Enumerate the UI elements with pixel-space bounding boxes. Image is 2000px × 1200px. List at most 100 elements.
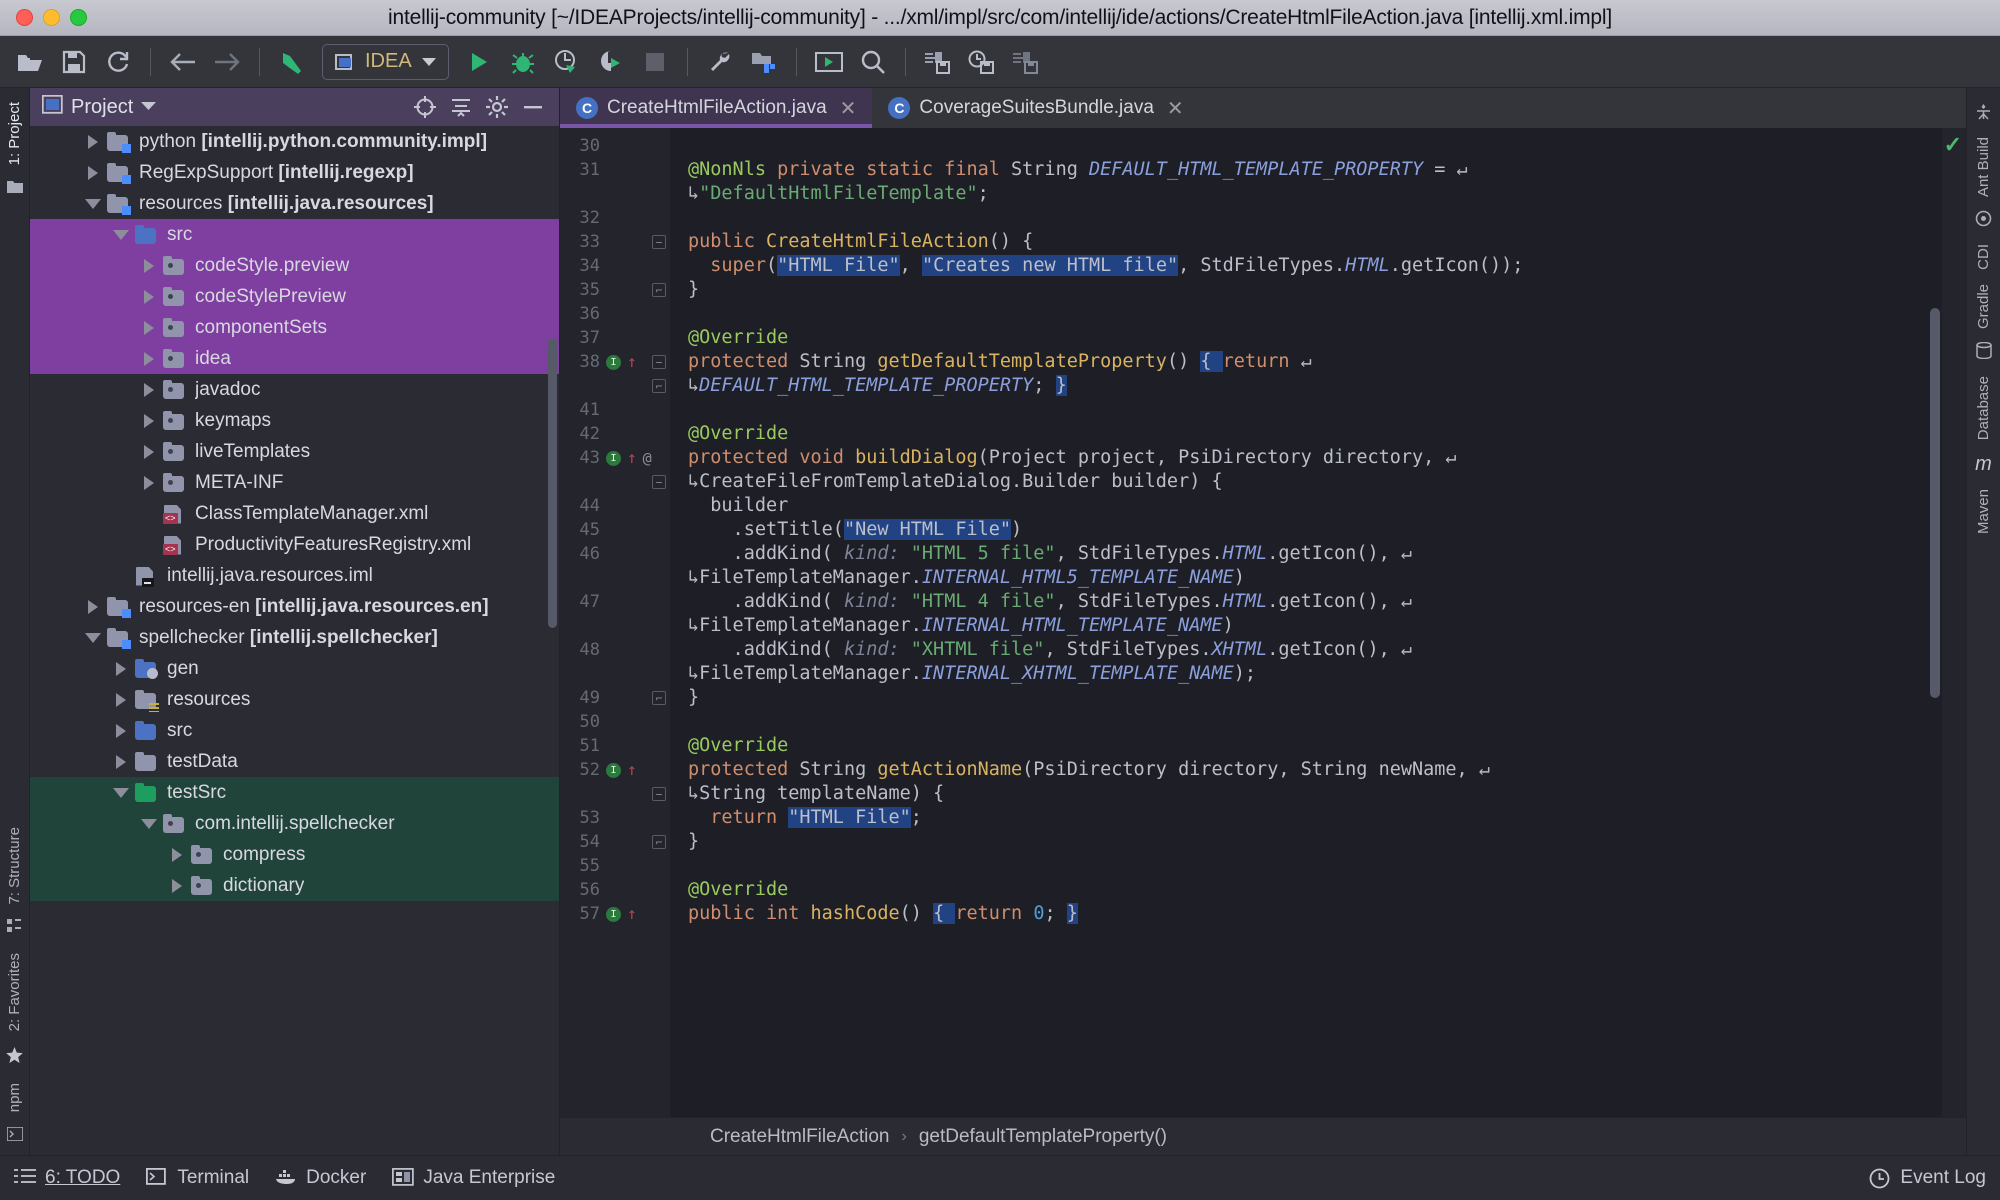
chevron-right-icon[interactable] — [140, 350, 158, 368]
sidebar-item-npm[interactable]: npm — [6, 1077, 23, 1118]
close-icon[interactable]: ✕ — [840, 96, 857, 121]
arrow-left-icon[interactable] — [163, 42, 203, 82]
fold-end-icon[interactable]: ⌐ — [652, 691, 666, 705]
gutter-line[interactable]: 43 I ↑ @ — [560, 446, 670, 470]
collapse-all-icon[interactable] — [447, 93, 475, 121]
tree-node-resources[interactable]: resources [intellij.java.resources] — [30, 188, 559, 219]
tree-node-componentsets[interactable]: componentSets — [30, 312, 559, 343]
chevron-right-icon[interactable] — [112, 691, 130, 709]
breadcrumb-item[interactable]: CreateHtmlFileAction — [710, 1126, 890, 1148]
breadcrumb[interactable]: CreateHtmlFileAction › getDefaultTemplateP… — [560, 1117, 1966, 1155]
gutter-line[interactable]: 47 — [560, 590, 670, 614]
status-event-log[interactable]: Event Log — [1869, 1167, 1986, 1189]
chevron-right-icon[interactable] — [140, 288, 158, 306]
tree-node-regexpsupport[interactable]: RegExpSupport [intellij.regexp] — [30, 157, 559, 188]
gutter-line[interactable]: 46 — [560, 542, 670, 566]
refresh-sync-icon[interactable] — [98, 42, 138, 82]
tree-node-com.intellij.spellchecker[interactable]: com.intellij.spellchecker — [30, 808, 559, 839]
code-viewport[interactable]: 30 31 32 33 34 35 36 37 38 I ↑ 41 42 43 I ↑ @44 45 46 47 48 4… — [560, 128, 1966, 1117]
tree-node-dictionary[interactable]: dictionary — [30, 870, 559, 901]
vcs-commit-icon[interactable] — [962, 42, 1002, 82]
sidebar-item-structure[interactable]: 7: Structure — [6, 821, 23, 911]
gutter-line[interactable]: 56 — [560, 878, 670, 902]
editor-gutter[interactable]: 30 31 32 33 34 35 36 37 38 I ↑ 41 42 43 I ↑ @44 45 46 47 48 4… — [560, 128, 670, 1117]
override-marker-icon[interactable]: I — [606, 354, 621, 370]
gutter-line[interactable]: 44 — [560, 494, 670, 518]
chevron-right-icon[interactable] — [140, 474, 158, 492]
chevron-right-icon[interactable] — [168, 846, 186, 864]
status-terminal[interactable]: Terminal — [146, 1167, 249, 1189]
search-everywhere-magnifier-icon[interactable] — [853, 42, 893, 82]
editor-scrollbar[interactable] — [1930, 308, 1940, 698]
debug-bug-icon[interactable] — [503, 42, 543, 82]
editor-code[interactable]: @NonNls private static final String DEFA… — [670, 128, 1966, 1117]
locate-icon[interactable] — [411, 93, 439, 121]
sidebar-item-cdi[interactable]: CDI — [1975, 238, 1992, 276]
folder-icon[interactable] — [6, 175, 23, 203]
tree-node-testsrc[interactable]: testSrc — [30, 777, 559, 808]
arrow-right-icon[interactable] — [207, 42, 247, 82]
chevron-down-icon[interactable] — [112, 784, 130, 802]
gutter-line[interactable]: 45 — [560, 518, 670, 542]
status-docker[interactable]: Docker — [275, 1167, 366, 1189]
override-marker-icon[interactable]: I — [606, 450, 621, 466]
run-with-profiler-icon[interactable] — [591, 42, 631, 82]
gutter-line[interactable]: 34 — [560, 254, 670, 278]
fold-end-icon[interactable]: ⌐ — [652, 379, 666, 393]
maven-m-icon[interactable]: m — [1975, 448, 1992, 481]
chevron-down-icon[interactable] — [421, 57, 436, 66]
gutter-line[interactable]: 51 — [560, 734, 670, 758]
project-structure-icon[interactable] — [744, 42, 784, 82]
chevron-right-icon[interactable] — [140, 381, 158, 399]
tree-node-src[interactable]: src — [30, 715, 559, 746]
gutter-line[interactable] — [560, 182, 670, 206]
settings-wrench-icon[interactable] — [700, 42, 740, 82]
chevron-down-icon[interactable] — [84, 195, 102, 213]
run-with-coverage-icon[interactable] — [547, 42, 587, 82]
stop-icon[interactable] — [635, 42, 675, 82]
project-tree[interactable]: python [intellij.python.community.impl] R… — [30, 126, 559, 1155]
gutter-line[interactable]: 41 — [560, 398, 670, 422]
terminal-icon[interactable] — [5, 1122, 24, 1155]
chevron-right-icon[interactable] — [84, 164, 102, 182]
tree-node-intellij.java.resources.iml[interactable]: intellij.java.resources.iml — [30, 560, 559, 591]
breadcrumb-item[interactable]: getDefaultTemplateProperty() — [919, 1126, 1167, 1148]
chevron-right-icon[interactable] — [112, 753, 130, 771]
tree-node-python[interactable]: python [intellij.python.community.impl] — [30, 126, 559, 157]
gutter-line[interactable] — [560, 566, 670, 590]
status-todo[interactable]: 6: TODO — [14, 1167, 120, 1189]
tree-node-resources-en[interactable]: resources-en [intellij.java.resources.en… — [30, 591, 559, 622]
save-all-icon[interactable] — [54, 42, 94, 82]
hide-panel-icon[interactable] — [519, 93, 547, 121]
cdi-icon[interactable] — [1975, 205, 1992, 236]
gutter-line[interactable]: 57 I ↑ — [560, 902, 670, 926]
tree-node-src[interactable]: src — [30, 219, 559, 250]
tree-node-compress[interactable]: compress — [30, 839, 559, 870]
gutter-line[interactable]: 55 — [560, 854, 670, 878]
tree-node-codestylepreview[interactable]: codeStylePreview — [30, 281, 559, 312]
gutter-line[interactable]: 31 — [560, 158, 670, 182]
tree-node-testdata[interactable]: testData — [30, 746, 559, 777]
gutter-line[interactable]: 42 — [560, 422, 670, 446]
gutter-line[interactable] — [560, 614, 670, 638]
tree-node-spellchecker[interactable]: spellchecker [intellij.spellchecker] — [30, 622, 559, 653]
chevron-right-icon[interactable] — [112, 660, 130, 678]
tree-node-gen[interactable]: gen — [30, 653, 559, 684]
run-configuration-selector[interactable]: IDEA — [322, 43, 449, 80]
chevron-right-icon[interactable] — [140, 257, 158, 275]
ant-build-icon[interactable] — [1975, 98, 1992, 129]
chevron-right-icon[interactable] — [140, 319, 158, 337]
gutter-line[interactable]: 53 — [560, 806, 670, 830]
chevron-right-icon[interactable] — [168, 877, 186, 895]
star-icon[interactable] — [6, 1042, 23, 1073]
status-java-enterprise[interactable]: Java Enterprise — [392, 1167, 555, 1189]
chevron-down-icon[interactable] — [84, 629, 102, 647]
tree-node-meta-inf[interactable]: META-INF — [30, 467, 559, 498]
sidebar-item-maven[interactable]: Maven — [1975, 483, 1992, 540]
open-folder-icon[interactable] — [10, 42, 50, 82]
vcs-push-icon[interactable] — [1006, 42, 1046, 82]
tree-node-resources[interactable]: resources — [30, 684, 559, 715]
gutter-line[interactable]: 48 — [560, 638, 670, 662]
tree-node-keymaps[interactable]: keymaps — [30, 405, 559, 436]
fold-end-icon[interactable]: ⌐ — [652, 835, 666, 849]
